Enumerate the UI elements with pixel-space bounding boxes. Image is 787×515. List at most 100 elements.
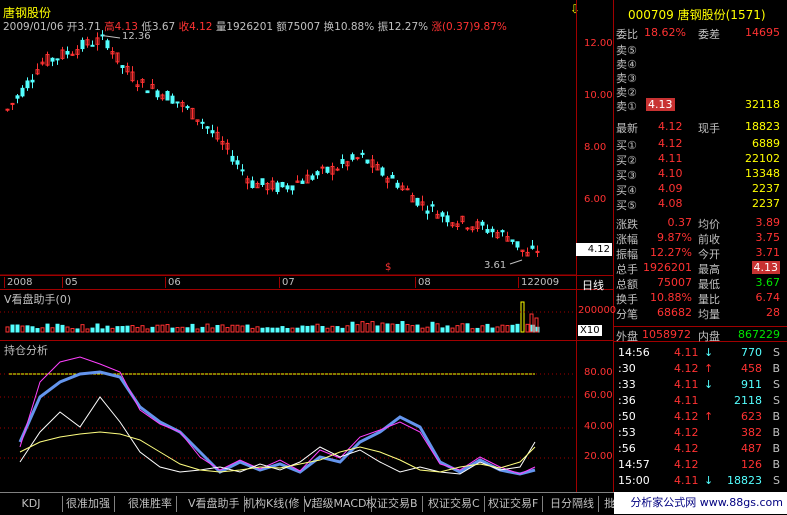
buy-level-volume: 2237	[752, 182, 780, 195]
tick-side: S	[773, 474, 780, 487]
stat-value: 10.88%	[650, 291, 692, 304]
indicator-tab[interactable]: 权证交易F	[484, 496, 544, 512]
stat-value: 28	[766, 306, 780, 319]
stat-label: 涨幅	[616, 233, 638, 246]
indicator-tab[interactable]: KDJ	[0, 496, 63, 512]
buy-level-volume: 22102	[745, 152, 780, 165]
indicator-tab[interactable]: 机构K线(修	[240, 496, 305, 512]
watermark: 分析家公式网 www.88gs.com	[614, 492, 787, 514]
stat-value: 1926201	[643, 261, 692, 274]
buy-level-price: 4.08	[658, 197, 683, 210]
now-hand-value: 18823	[745, 120, 780, 133]
buy-level-row: 买④ 4.09 2237	[614, 182, 784, 197]
buy-level-price: 4.09	[658, 182, 683, 195]
stat-label: 涨跌	[616, 218, 638, 231]
date-tick-label: 07	[279, 277, 295, 288]
date-tick-label: 122009	[518, 277, 559, 288]
tick-time: :56	[618, 442, 636, 455]
stat-label: 最高	[698, 263, 720, 276]
stat-value: 4.13	[751, 261, 780, 274]
buy-level-label: 买⑤	[616, 199, 637, 212]
event-marker-icon: $	[385, 262, 392, 273]
tick-volume: 911	[741, 378, 762, 391]
stat-value: 0.37	[667, 216, 693, 229]
latest-price: 4.12	[658, 120, 683, 133]
tick-time: 15:00	[618, 474, 650, 487]
tick-side: S	[773, 346, 780, 359]
indicator-chart[interactable]	[0, 352, 576, 492]
stat-value: 3.89	[755, 216, 781, 229]
period-label[interactable]: 日线	[582, 277, 604, 293]
peak-annotation: 12.36	[122, 31, 151, 42]
volume-axis-top: 200000	[578, 305, 617, 316]
tick-arrow-icon: ↑	[704, 410, 714, 423]
indicator-tab[interactable]: 权证交易C	[424, 496, 485, 512]
sell-level-row: 卖⑤	[614, 42, 784, 57]
tick-volume: 458	[741, 362, 762, 375]
tick-side: B	[772, 362, 780, 375]
buy-level-price: 4.11	[658, 152, 683, 165]
tick-row: :36 4.11 2118 S	[614, 394, 784, 408]
buy-level-label: 买④	[616, 184, 637, 197]
tick-side: B	[772, 410, 780, 423]
trough-annotation: 3.61	[484, 260, 507, 271]
current-price-tag: 4.12	[576, 243, 612, 256]
buy-level-label: 买③	[616, 169, 637, 182]
indicator-tab[interactable]: 很准胜率	[124, 496, 177, 512]
tick-volume: 18823	[727, 474, 762, 487]
stat-label: 总额	[616, 278, 638, 291]
buy-level-price: 4.12	[658, 137, 683, 150]
tick-time: :33	[618, 378, 636, 391]
stat-label: 均量	[698, 308, 720, 321]
price-tick-label: 6.00	[584, 194, 607, 205]
stat-row: 涨跌 0.37 均价 3.89	[614, 216, 784, 231]
tick-time: :30	[618, 362, 636, 375]
tick-row: :33 4.11 ↓ 911 S	[614, 378, 784, 392]
sell-level-volume: 32118	[745, 98, 780, 111]
buy-level-price: 4.10	[658, 167, 683, 180]
stat-label: 总手	[616, 263, 638, 276]
buy-level-label: 买①	[616, 139, 637, 152]
tick-price: 4.11	[674, 394, 699, 407]
stat-value: 68682	[657, 306, 692, 319]
indicator-tab-bar: KDJ 很准加强 很准胜率 V看盘助手 机构K线(修 V超级MACD 权证交易B 权证交易C 权…	[0, 492, 628, 515]
sell-level-row: 卖②	[614, 84, 784, 99]
buy-level-row: 买② 4.11 22102	[614, 152, 784, 167]
tick-side: S	[773, 394, 780, 407]
tick-volume: 126	[741, 458, 762, 471]
latest-row: 最新 4.12 现手 18823	[614, 120, 784, 135]
tick-time: :50	[618, 410, 636, 423]
tick-row: 14:57 4.12 126 B	[614, 458, 784, 472]
stat-label: 换手	[616, 293, 638, 306]
stat-label: 今开	[698, 248, 720, 261]
tick-row: :56 4.12 487 B	[614, 442, 784, 456]
price-tick-label: 8.00	[584, 142, 607, 153]
buy-level-row: 买⑤ 4.08 2237	[614, 197, 784, 212]
stat-value: 6.74	[755, 291, 781, 304]
tick-price: 4.12	[674, 426, 699, 439]
buy-level-volume: 13348	[745, 167, 780, 180]
stat-value: 12.27%	[650, 246, 692, 259]
tick-time: :53	[618, 426, 636, 439]
indicator-tab[interactable]: 日分隔线	[546, 496, 599, 512]
stat-row: 振幅 12.27% 今开 3.71	[614, 246, 784, 261]
indicator-tab[interactable]: 很准加强	[62, 496, 115, 512]
tick-price: 4.12	[674, 458, 699, 471]
tick-price: 4.12	[674, 442, 699, 455]
indicator-tab[interactable]: V超级MACD	[300, 496, 372, 512]
sell-level-row: 卖① 4.13 32118	[614, 98, 784, 113]
quote-panel: 000709 唐钢股份(1571) 委比 18.62% 委差 14695 卖⑤ 卖…	[614, 0, 787, 492]
tick-row: :53 4.12 382 B	[614, 426, 784, 440]
tick-volume: 770	[741, 346, 762, 359]
indicator-tab[interactable]: V看盘助手	[184, 496, 245, 512]
stat-row: 总手 1926201 最高 4.13	[614, 261, 784, 276]
date-tick-label: 08	[415, 277, 431, 288]
outer-inner-row: 外盘 1058972 内盘 867229	[616, 328, 780, 343]
stat-value: 3.75	[755, 231, 781, 244]
stat-label: 量比	[698, 293, 720, 306]
indicator-tab[interactable]: 权证交易B	[362, 496, 423, 512]
volume-chart[interactable]	[0, 300, 576, 340]
date-tick-label: 05	[62, 277, 78, 288]
tick-volume: 623	[741, 410, 762, 423]
kline-chart[interactable]	[0, 28, 576, 275]
